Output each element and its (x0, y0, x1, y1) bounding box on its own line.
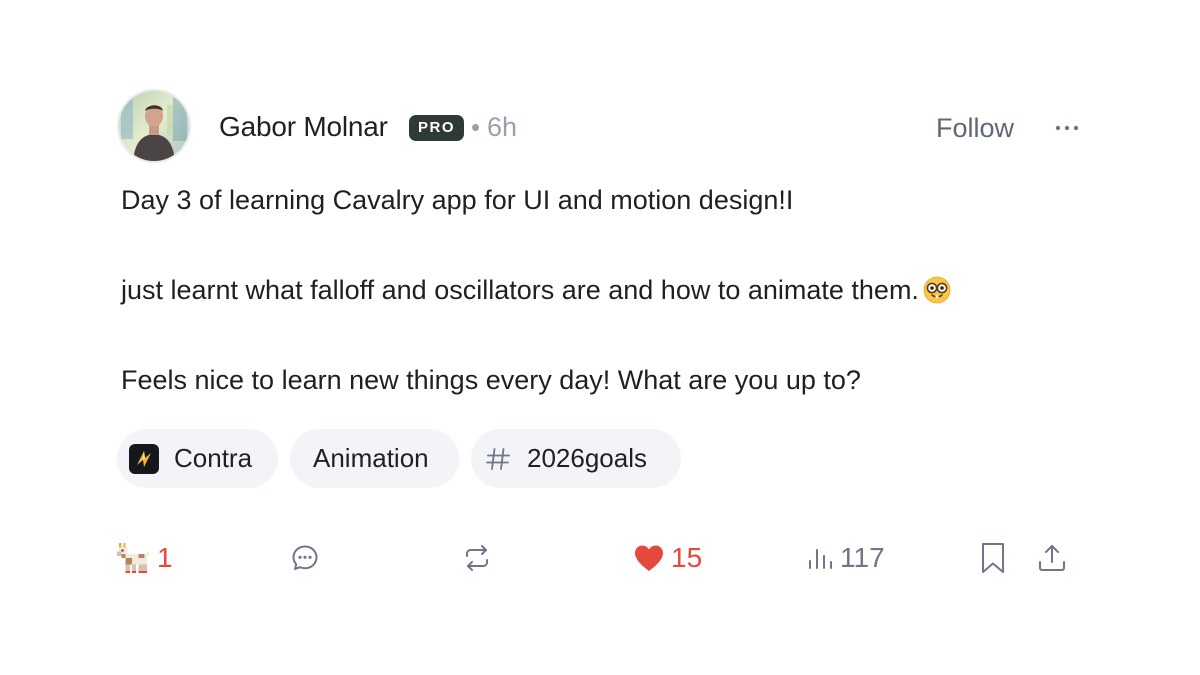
meta-separator: • (471, 112, 481, 142)
nerd-face-emoji-icon (923, 276, 951, 313)
tag-contra[interactable]: Contra (117, 429, 278, 488)
heart-icon (635, 545, 663, 571)
comment-button[interactable] (290, 536, 320, 580)
avatar-photo (119, 91, 189, 161)
like-button[interactable]: 15 (633, 536, 702, 580)
goat-reaction-button[interactable]: 1 (117, 536, 173, 580)
follow-button[interactable]: Follow (920, 108, 1030, 148)
like-count: 15 (671, 542, 703, 573)
share-icon (1039, 545, 1065, 571)
tag-2026goals[interactable]: 2026goals (471, 429, 681, 488)
tag-animation[interactable]: Animation (290, 429, 459, 488)
repost-button[interactable] (461, 536, 493, 580)
post-card: Gabor Molnar PRO • 6h Follow Day 3 of le… (0, 0, 1200, 675)
post-text-line-3: Feels nice to learn new things every day… (121, 365, 861, 395)
more-options-button[interactable] (1046, 110, 1088, 146)
goat-icon (117, 543, 149, 573)
hashtag-icon (483, 444, 513, 474)
post-text-line-1: Day 3 of learning Cavalry app for UI and… (121, 185, 794, 215)
tag-label: Contra (174, 443, 253, 473)
bookmark-button[interactable] (978, 536, 1008, 580)
comment-icon (292, 545, 318, 570)
post-text-line-2-text: just learnt what falloff and oscillators… (121, 275, 919, 305)
bar-chart-icon (809, 549, 832, 569)
tag-label: 2026goals (527, 443, 647, 473)
pro-badge: PRO (409, 115, 465, 141)
contra-logo-icon (129, 443, 159, 474)
views-count: 117 (840, 542, 885, 573)
author-name[interactable]: Gabor Molnar (219, 110, 388, 144)
more-horizontal-icon (1055, 125, 1079, 131)
share-button[interactable] (1036, 536, 1068, 580)
avatar[interactable] (117, 89, 191, 163)
post-timestamp[interactable]: 6h (487, 110, 517, 144)
bookmark-icon (982, 543, 1004, 573)
views-button[interactable]: 117 (806, 536, 885, 580)
tag-label: Animation (313, 443, 429, 473)
goat-count: 1 (157, 542, 173, 573)
repost-icon (466, 545, 488, 571)
post-text-line-2: just learnt what falloff and oscillators… (121, 272, 951, 313)
